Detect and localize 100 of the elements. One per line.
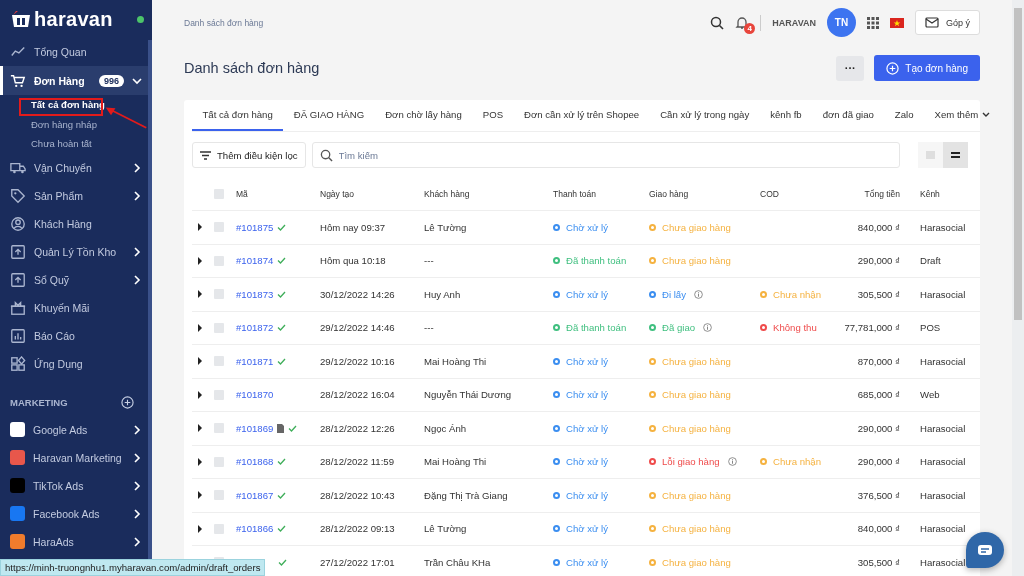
order-link[interactable]: #101873 xyxy=(236,288,274,300)
nav-item[interactable]: Báo Cáo xyxy=(0,321,152,350)
row-checkbox[interactable] xyxy=(214,322,224,333)
expand-icon[interactable] xyxy=(197,357,203,366)
order-link[interactable]: #101871 xyxy=(236,355,274,367)
delivery-status: Chưa giao hàng xyxy=(662,422,731,434)
view-toggle[interactable] xyxy=(943,142,968,168)
expand-icon[interactable] xyxy=(197,256,203,265)
search-field[interactable]: Tìm kiếm xyxy=(311,142,900,168)
tab[interactable]: Đơn chờ lấy hàng xyxy=(374,100,473,131)
payment-status: Chờ xử lý xyxy=(566,355,609,367)
nav-item[interactable]: Quản Lý Tồn Kho xyxy=(0,237,152,266)
nav-item[interactable]: Google Ads xyxy=(0,415,152,444)
cod-status: Chưa nhận xyxy=(773,456,822,468)
payment-status: Chờ xử lý xyxy=(566,523,609,535)
payment-status: Chờ xử lý xyxy=(566,389,609,401)
order-link[interactable]: #101866 xyxy=(236,523,274,535)
nav-subitem[interactable]: Đơn hàng nháp xyxy=(31,114,97,134)
nav-item[interactable]: Haravan Marketing xyxy=(0,443,152,472)
nav-item[interactable]: Tổng Quan xyxy=(0,38,152,66)
expand-icon[interactable] xyxy=(197,424,203,433)
row-checkbox[interactable] xyxy=(214,523,224,534)
tab[interactable]: Cần xử lý trong ngày xyxy=(649,100,760,131)
chevron-right-icon xyxy=(132,508,142,519)
page-title: Danh sách đơn hàng xyxy=(184,60,321,76)
expand-icon[interactable] xyxy=(197,457,203,466)
order-link[interactable]: #101875 xyxy=(236,221,274,233)
apps-icon xyxy=(10,355,26,372)
nav-item[interactable]: Facebook Ads xyxy=(0,499,152,528)
nav-item[interactable]: Ứng Dụng xyxy=(0,349,152,378)
view-toggle[interactable] xyxy=(918,142,943,168)
bell-icon[interactable] xyxy=(735,15,750,30)
order-link[interactable]: #101870 xyxy=(236,389,274,401)
channel-cell-text: POS xyxy=(919,322,942,334)
expand-icon[interactable] xyxy=(197,323,203,332)
add-icon[interactable] xyxy=(121,396,134,409)
tab[interactable]: ĐÃ GIAO HÀNG xyxy=(283,100,375,131)
order-link[interactable]: #101869 xyxy=(236,422,274,434)
delivery-status: Lỗi giao hàng xyxy=(662,456,720,468)
nav-item[interactable]: Khách Hàng xyxy=(0,209,152,238)
info-icon[interactable] xyxy=(703,323,713,333)
expand-icon[interactable] xyxy=(197,390,203,399)
more-button[interactable]: ··· xyxy=(836,55,865,81)
order-link[interactable]: #101874 xyxy=(236,255,274,267)
info-icon[interactable] xyxy=(694,289,703,299)
date-cell-text: 30/12/2022 14:26 xyxy=(320,288,396,300)
order-link[interactable]: #101867 xyxy=(236,489,274,501)
nav-item[interactable]: Sản Phẩm xyxy=(0,181,152,210)
total-cell-text: 840,000 ₫ xyxy=(856,523,900,535)
nav-item[interactable]: Sổ Quỹ xyxy=(0,265,152,294)
payment-status: Chờ xử lý xyxy=(566,288,609,300)
nav-item[interactable]: Vận Chuyển xyxy=(0,153,152,182)
info-icon[interactable] xyxy=(727,457,737,467)
create-order-button[interactable]: Tạo đơn hàng xyxy=(874,55,980,81)
row-checkbox[interactable] xyxy=(214,490,224,501)
row-checkbox[interactable] xyxy=(214,423,224,434)
apps-grid-icon[interactable] xyxy=(867,16,879,29)
tab[interactable]: kênh fb xyxy=(759,100,813,131)
select-all-checkbox[interactable] xyxy=(214,189,224,199)
user-icon xyxy=(10,215,26,232)
chat-icon xyxy=(977,544,993,556)
date-cell-text: 27/12/2022 17:01 xyxy=(320,556,396,568)
expand-icon[interactable] xyxy=(197,491,203,500)
column-header: Giao hàng xyxy=(649,189,690,199)
scrollbar[interactable] xyxy=(148,40,152,560)
scrollbar[interactable] xyxy=(1012,0,1024,576)
row-checkbox[interactable] xyxy=(214,222,224,233)
tab[interactable]: POS xyxy=(472,100,514,131)
tab[interactable]: Đơn cần xử lý trên Shopee xyxy=(513,100,650,131)
expand-icon[interactable] xyxy=(197,290,203,299)
order-link[interactable]: #101872 xyxy=(236,322,274,334)
column-header: Thanh toán xyxy=(553,189,597,199)
tab[interactable]: đơn đã giao xyxy=(812,100,885,131)
expand-icon[interactable] xyxy=(197,524,203,533)
column-header: Tổng tiền xyxy=(863,189,900,199)
nav-item[interactable]: HaraAds xyxy=(0,527,152,556)
row-checkbox[interactable] xyxy=(214,456,224,467)
row-checkbox[interactable] xyxy=(214,255,224,266)
order-link[interactable]: #101868 xyxy=(236,456,274,468)
nav-item[interactable]: TikTok Ads xyxy=(0,471,152,500)
flag-icon[interactable] xyxy=(890,17,904,28)
customer-cell-text: Đặng Thị Trà Giang xyxy=(424,489,509,501)
tab[interactable]: Zalo xyxy=(884,100,924,131)
gift-icon xyxy=(10,299,26,316)
feedback-button[interactable]: Góp ý xyxy=(915,10,980,35)
tab[interactable]: Tất cả đơn hàng xyxy=(192,100,284,131)
nav-subitem[interactable]: Chưa hoàn tất xyxy=(31,134,92,154)
chat-button[interactable] xyxy=(966,532,1004,568)
user-avatar[interactable]: TN xyxy=(827,8,856,37)
cart-icon xyxy=(10,72,26,89)
breadcrumb[interactable]: Danh sách đơn hàng xyxy=(184,17,264,28)
filter-button[interactable]: Thêm điều kiện lọc xyxy=(192,142,306,168)
row-checkbox[interactable] xyxy=(214,389,224,400)
search-icon[interactable] xyxy=(710,15,725,30)
nav-item[interactable]: Khuyến Mãi xyxy=(0,293,152,322)
tab[interactable]: Xem thêm xyxy=(924,100,1001,131)
row-checkbox[interactable] xyxy=(214,356,224,367)
expand-icon[interactable] xyxy=(197,223,203,232)
row-checkbox[interactable] xyxy=(214,289,224,300)
count-badge: 996 xyxy=(98,74,124,87)
